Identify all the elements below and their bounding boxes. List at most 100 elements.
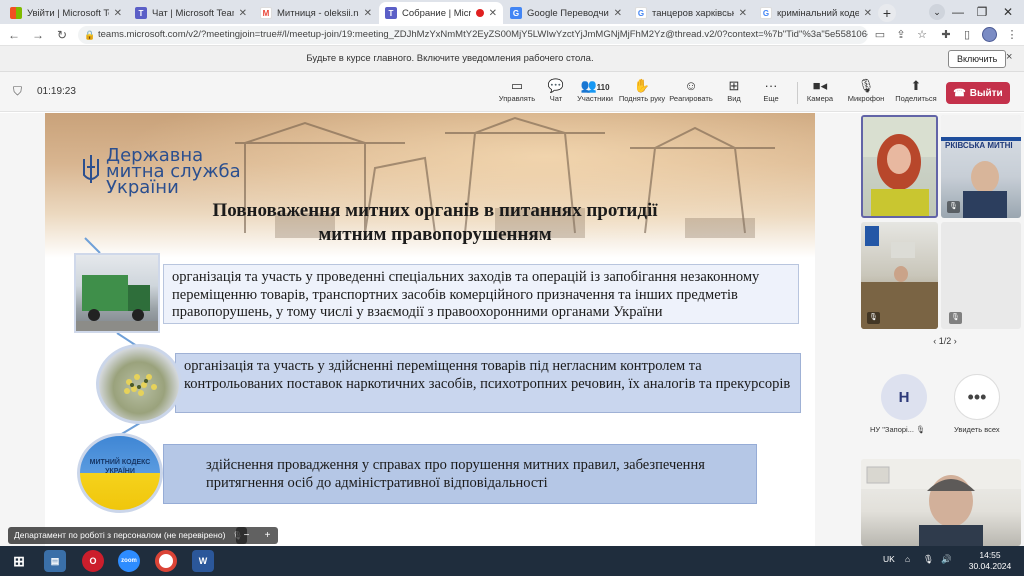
- tab-gmail[interactable]: M Митниця - oleksii.naid ✕: [254, 2, 378, 24]
- tab-google-translate[interactable]: G Google Переводчик ✕: [504, 2, 628, 24]
- zoom-app-icon[interactable]: zoom: [118, 550, 140, 572]
- truck-photo: [74, 253, 160, 333]
- code-book-title: МИТНИЙ КОДЕКС УКРАЇНИ: [89, 459, 151, 475]
- pager-next-icon[interactable]: ›: [954, 336, 957, 346]
- close-icon[interactable]: ✕: [489, 8, 497, 19]
- notification-infobar: Будьте в курсе главного. Включите уведом…: [0, 46, 1024, 72]
- leave-button[interactable]: ☎ Выйти: [946, 82, 1010, 104]
- sidebar-icon[interactable]: ▯: [959, 27, 975, 43]
- zoom-out-icon[interactable]: −: [244, 530, 250, 541]
- close-icon[interactable]: ✕: [739, 8, 747, 19]
- tab-search-icon[interactable]: ⌄: [929, 4, 945, 20]
- view-all-button[interactable]: •••: [954, 374, 1000, 420]
- close-icon[interactable]: ✕: [239, 8, 247, 19]
- google-icon: G: [760, 7, 772, 19]
- raise-hand-button[interactable]: ✋ Поднять руку: [618, 77, 666, 109]
- mic-muted-icon: 🎙: [867, 312, 880, 324]
- bullet-item: здійснення провадження у справах про пор…: [163, 444, 757, 504]
- close-icon[interactable]: ✕: [864, 8, 872, 19]
- control-label: Участники: [577, 94, 613, 103]
- window-close-icon[interactable]: ✕: [994, 0, 1022, 24]
- more-button[interactable]: ··· Еще: [747, 77, 795, 109]
- url-input[interactable]: 🔒 teams.microsoft.com/v2/?meetingjoin=tr…: [78, 26, 868, 44]
- control-label: Управлять: [498, 94, 536, 103]
- site-info-icon[interactable]: 🔒: [84, 26, 95, 44]
- control-label: Чат: [549, 94, 563, 103]
- slide-zoom-controls: − +: [236, 527, 278, 544]
- tab-teams-login[interactable]: Увійти | Microsoft Teams ✕: [4, 2, 128, 24]
- tab-google-search-2[interactable]: G кримінальний кодекс ✕: [754, 2, 878, 24]
- pills-in-hands-photo: [96, 344, 182, 424]
- manage-icon: ▭: [510, 78, 524, 93]
- windows-start-icon[interactable]: ⊞: [8, 550, 30, 572]
- customs-code-book-image: МИТНИЙ КОДЕКС УКРАЇНИ: [77, 433, 163, 513]
- windows-taskbar: ⊞ ▤ O zoom W UK ⌂ 🎙 🔊 14:55 30.04.2024: [0, 546, 1024, 576]
- file-explorer-icon[interactable]: ▤: [44, 550, 66, 572]
- more-icon: ···: [764, 78, 778, 93]
- pager-text: 1/2: [938, 336, 952, 346]
- back-icon[interactable]: ←: [6, 27, 22, 43]
- volume-icon[interactable]: 🔊: [941, 554, 952, 565]
- browser-menu-icon[interactable]: ⋮: [1004, 27, 1020, 43]
- hand-icon: ✋: [633, 78, 651, 93]
- ms-logo-icon: [10, 7, 22, 19]
- mic-muted-icon: 🎙: [947, 201, 960, 213]
- camera-icon: ■◂: [812, 78, 828, 93]
- participant-video-office[interactable]: РКІВСЬКА МИТНІ 🎙: [941, 115, 1021, 218]
- network-icon[interactable]: ⌂: [905, 554, 910, 564]
- teams-icon: T: [135, 7, 147, 19]
- bookmark-star-icon[interactable]: ☆: [914, 27, 930, 43]
- clock-time: 14:55: [979, 550, 1001, 560]
- participant-video-room[interactable]: 🎙: [861, 222, 938, 329]
- infobar-close-icon[interactable]: ×: [1006, 51, 1012, 63]
- gmail-icon: M: [260, 7, 272, 19]
- participant-video-woman[interactable]: [861, 115, 938, 218]
- share-button[interactable]: ⬆ Поделиться: [892, 77, 940, 109]
- new-tab-button[interactable]: +: [878, 4, 896, 22]
- google-icon: G: [635, 7, 647, 19]
- cast-icon[interactable]: ▭: [872, 27, 888, 43]
- leave-label: Выйти: [969, 87, 1003, 99]
- control-label: Микрофон: [847, 94, 885, 103]
- control-label: Поделиться: [895, 94, 937, 103]
- react-button[interactable]: ☺ Реагировать: [667, 77, 715, 109]
- opera-icon[interactable]: O: [82, 550, 104, 572]
- system-clock[interactable]: 14:55 30.04.2024: [968, 550, 1012, 572]
- tab-label: Собрание | Microsof: [402, 7, 471, 19]
- enable-notifications-button[interactable]: Включить: [948, 50, 1007, 68]
- microphone-button[interactable]: 🎙 Микрофон: [842, 77, 890, 109]
- close-icon[interactable]: ✕: [614, 8, 622, 19]
- chat-icon: 💬: [547, 78, 565, 93]
- participants-count: 110: [596, 83, 610, 92]
- url-text: teams.microsoft.com/v2/?meetingjoin=true…: [98, 29, 868, 40]
- profile-avatar[interactable]: [982, 27, 997, 42]
- view-all-label: Увидеть всех: [954, 425, 1000, 434]
- tab-google-search-1[interactable]: G танцеров харківська ✕: [629, 2, 753, 24]
- close-icon[interactable]: ✕: [114, 8, 122, 19]
- maximize-icon[interactable]: ❐: [968, 0, 996, 24]
- tab-teams-chat[interactable]: T Чат | Microsoft Teams ✕: [129, 2, 253, 24]
- participants-button[interactable]: 👥110 Участники: [571, 77, 619, 109]
- chrome-icon[interactable]: [155, 550, 177, 572]
- tab-label: танцеров харківська: [652, 7, 734, 19]
- bullet-item: організація та участь у проведенні спеці…: [163, 264, 799, 324]
- self-video-preview[interactable]: [861, 459, 1021, 546]
- mic-tray-icon[interactable]: 🎙: [923, 554, 934, 565]
- word-icon[interactable]: W: [192, 550, 214, 572]
- mic-muted-icon: 🎙: [916, 425, 926, 434]
- forward-icon[interactable]: →: [30, 27, 46, 43]
- close-icon[interactable]: ✕: [364, 8, 372, 19]
- participant-video-off[interactable]: 🎙: [941, 222, 1021, 329]
- zoom-app-label: zoom: [121, 558, 137, 564]
- reload-icon[interactable]: ↻: [54, 27, 70, 43]
- share-page-icon[interactable]: ⇪: [893, 27, 909, 43]
- people-icon: 👥110: [580, 78, 610, 93]
- tab-label: кримінальний кодекс: [777, 7, 859, 19]
- tab-meeting-active[interactable]: T Собрание | Microsof ✕: [379, 2, 503, 24]
- tab-label: Увійти | Microsoft Teams: [27, 7, 109, 19]
- language-indicator[interactable]: UK: [883, 554, 895, 564]
- participant-avatar[interactable]: Н: [881, 374, 927, 420]
- extensions-icon[interactable]: ✚: [938, 27, 954, 43]
- camera-button[interactable]: ■◂ Камера: [796, 77, 844, 109]
- zoom-in-icon[interactable]: +: [265, 530, 271, 541]
